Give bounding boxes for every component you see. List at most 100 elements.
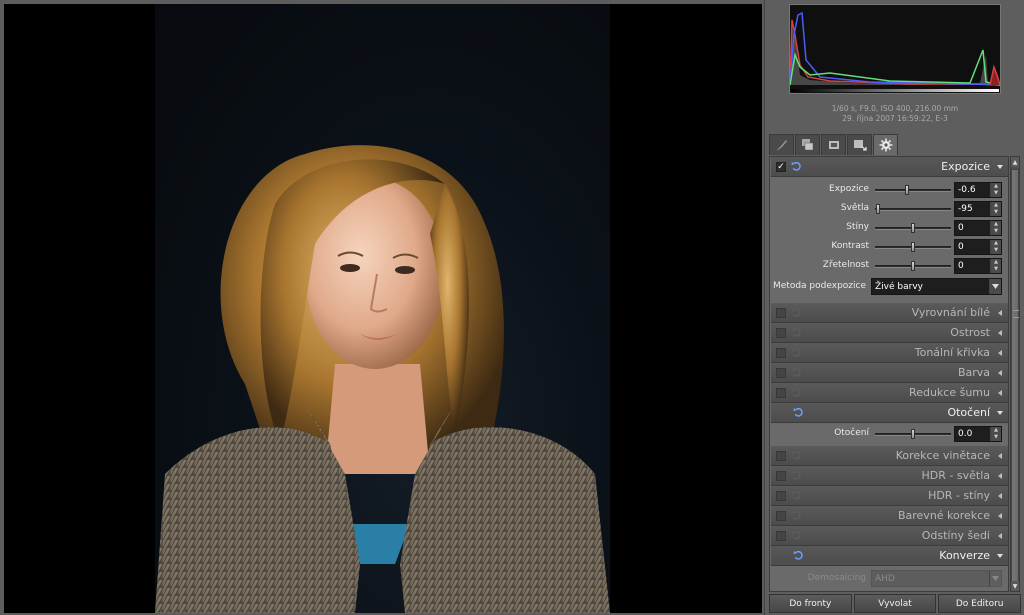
demosaicing-dropdown[interactable]: AHD xyxy=(871,570,1002,587)
contrast-slider[interactable] xyxy=(875,242,951,252)
spin-down-icon[interactable]: ▼ xyxy=(991,247,1001,254)
chevron-left-icon[interactable] xyxy=(996,309,1004,317)
section-checkbox[interactable] xyxy=(776,470,786,481)
section-hdr-highlights-header[interactable]: HDR - světla xyxy=(771,466,1008,486)
exposure-slider[interactable] xyxy=(875,185,951,195)
shadows-value-field[interactable]: 0 ▲ ▼ xyxy=(954,220,1002,236)
section-exposure-checkbox[interactable]: ✓ xyxy=(776,161,786,172)
section-exposure-header[interactable]: ✓ Expozice xyxy=(771,157,1008,177)
tab-layers[interactable] xyxy=(795,134,820,155)
slider-thumb[interactable] xyxy=(876,204,880,214)
section-tone-curve-header[interactable]: Tonální křivka xyxy=(771,343,1008,363)
section-reset[interactable] xyxy=(790,490,802,502)
clarity-value-field[interactable]: 0 ▲ ▼ xyxy=(954,258,1002,274)
chevron-down-icon[interactable] xyxy=(996,163,1004,171)
chevron-left-icon[interactable] xyxy=(996,452,1004,460)
highlights-value-field[interactable]: -95 ▲ ▼ xyxy=(954,201,1002,217)
section-reset[interactable] xyxy=(790,367,802,379)
section-hdr-shadows-header[interactable]: HDR - stíny xyxy=(771,486,1008,506)
spin-buttons[interactable]: ▲ ▼ xyxy=(990,202,1001,216)
spin-up-icon[interactable]: ▲ xyxy=(991,240,1001,247)
dropdown-arrow-icon[interactable] xyxy=(989,279,1001,294)
queue-button[interactable]: Do fronty xyxy=(769,594,852,613)
slider-thumb[interactable] xyxy=(911,223,915,233)
section-reset[interactable] xyxy=(790,470,802,482)
section-checkbox[interactable] xyxy=(776,510,786,521)
highlights-slider[interactable] xyxy=(875,204,951,214)
section-sharpness-header[interactable]: Ostrost xyxy=(771,323,1008,343)
rotation-value-field[interactable]: 0.0 ▲ ▼ xyxy=(954,426,1002,442)
rotation-slider[interactable] xyxy=(875,429,951,439)
section-reset[interactable] xyxy=(790,327,802,339)
spin-down-icon[interactable]: ▼ xyxy=(991,266,1001,273)
scroll-up-icon[interactable]: ▲ xyxy=(1011,157,1019,167)
section-reset[interactable] xyxy=(790,510,802,522)
section-checkbox[interactable] xyxy=(776,327,786,338)
slider-thumb[interactable] xyxy=(911,242,915,252)
chevron-left-icon[interactable] xyxy=(996,472,1004,480)
section-checkbox[interactable] xyxy=(776,387,786,398)
section-vignette-header[interactable]: Korekce vinětace xyxy=(771,446,1008,466)
spin-up-icon[interactable]: ▲ xyxy=(991,183,1001,190)
exposure-value-field[interactable]: -0.6 ▲ ▼ xyxy=(954,182,1002,198)
section-exposure-reset[interactable] xyxy=(790,161,802,173)
section-checkbox[interactable] xyxy=(776,367,786,378)
section-reset[interactable] xyxy=(790,530,802,542)
chevron-down-icon[interactable] xyxy=(996,409,1004,417)
spin-buttons[interactable]: ▲ ▼ xyxy=(990,221,1001,235)
chevron-left-icon[interactable] xyxy=(996,492,1004,500)
method-dropdown[interactable]: Živé barvy xyxy=(871,278,1002,295)
section-grayscale-header[interactable]: Odstíny šedi xyxy=(771,526,1008,546)
section-rotation-reset[interactable] xyxy=(792,407,804,419)
chevron-left-icon[interactable] xyxy=(996,329,1004,337)
spin-up-icon[interactable]: ▲ xyxy=(991,221,1001,228)
chevron-left-icon[interactable] xyxy=(996,369,1004,377)
editor-button[interactable]: Do Editoru xyxy=(938,594,1022,613)
section-reset[interactable] xyxy=(790,387,802,399)
section-reset[interactable] xyxy=(790,450,802,462)
shadows-slider[interactable] xyxy=(875,223,951,233)
spin-buttons[interactable]: ▲ ▼ xyxy=(990,240,1001,254)
spin-up-icon[interactable]: ▲ xyxy=(991,259,1001,266)
clarity-slider[interactable] xyxy=(875,261,951,271)
section-checkbox[interactable] xyxy=(776,450,786,461)
panel-scrollbar[interactable]: ▲ ▼ xyxy=(1010,156,1020,592)
tab-crop[interactable] xyxy=(821,134,846,155)
chevron-left-icon[interactable] xyxy=(996,512,1004,520)
spin-up-icon[interactable]: ▲ xyxy=(991,427,1001,434)
chevron-left-icon[interactable] xyxy=(996,389,1004,397)
slider-thumb[interactable] xyxy=(905,185,909,195)
develop-button[interactable]: Vyvolat xyxy=(853,594,937,613)
dropdown-arrow-icon[interactable] xyxy=(989,571,1001,586)
spin-down-icon[interactable]: ▼ xyxy=(991,434,1001,441)
spin-down-icon[interactable]: ▼ xyxy=(991,209,1001,216)
section-noise-header[interactable]: Redukce šumu xyxy=(771,383,1008,403)
slider-thumb[interactable] xyxy=(911,261,915,271)
chevron-down-icon[interactable] xyxy=(996,552,1004,560)
section-checkbox[interactable] xyxy=(776,530,786,541)
section-white-balance-header[interactable]: Vyrovnání bílé xyxy=(771,303,1008,323)
slider-thumb[interactable] xyxy=(911,429,915,439)
tab-brush[interactable] xyxy=(769,134,794,155)
spin-down-icon[interactable]: ▼ xyxy=(991,228,1001,235)
section-reset[interactable] xyxy=(790,347,802,359)
scrollbar-thumb[interactable] xyxy=(1011,169,1019,589)
spin-buttons[interactable]: ▲ ▼ xyxy=(990,259,1001,273)
section-rotation-header[interactable]: Otočení xyxy=(771,403,1008,423)
section-checkbox[interactable] xyxy=(776,307,786,318)
section-checkbox[interactable] xyxy=(776,347,786,358)
spin-buttons[interactable]: ▲ ▼ xyxy=(990,183,1001,197)
section-color-header[interactable]: Barva xyxy=(771,363,1008,383)
section-color-corrections-header[interactable]: Barevné korekce xyxy=(771,506,1008,526)
chevron-left-icon[interactable] xyxy=(996,349,1004,357)
tab-settings[interactable] xyxy=(873,134,898,155)
photo-canvas[interactable] xyxy=(4,4,762,613)
tab-export[interactable] xyxy=(847,134,872,155)
section-reset[interactable] xyxy=(790,307,802,319)
spin-up-icon[interactable]: ▲ xyxy=(991,202,1001,209)
scroll-down-icon[interactable]: ▼ xyxy=(1011,581,1019,591)
section-conversion-header[interactable]: Konverze xyxy=(771,546,1008,566)
section-checkbox[interactable] xyxy=(776,490,786,501)
spin-down-icon[interactable]: ▼ xyxy=(991,190,1001,197)
spin-buttons[interactable]: ▲ ▼ xyxy=(990,427,1001,441)
